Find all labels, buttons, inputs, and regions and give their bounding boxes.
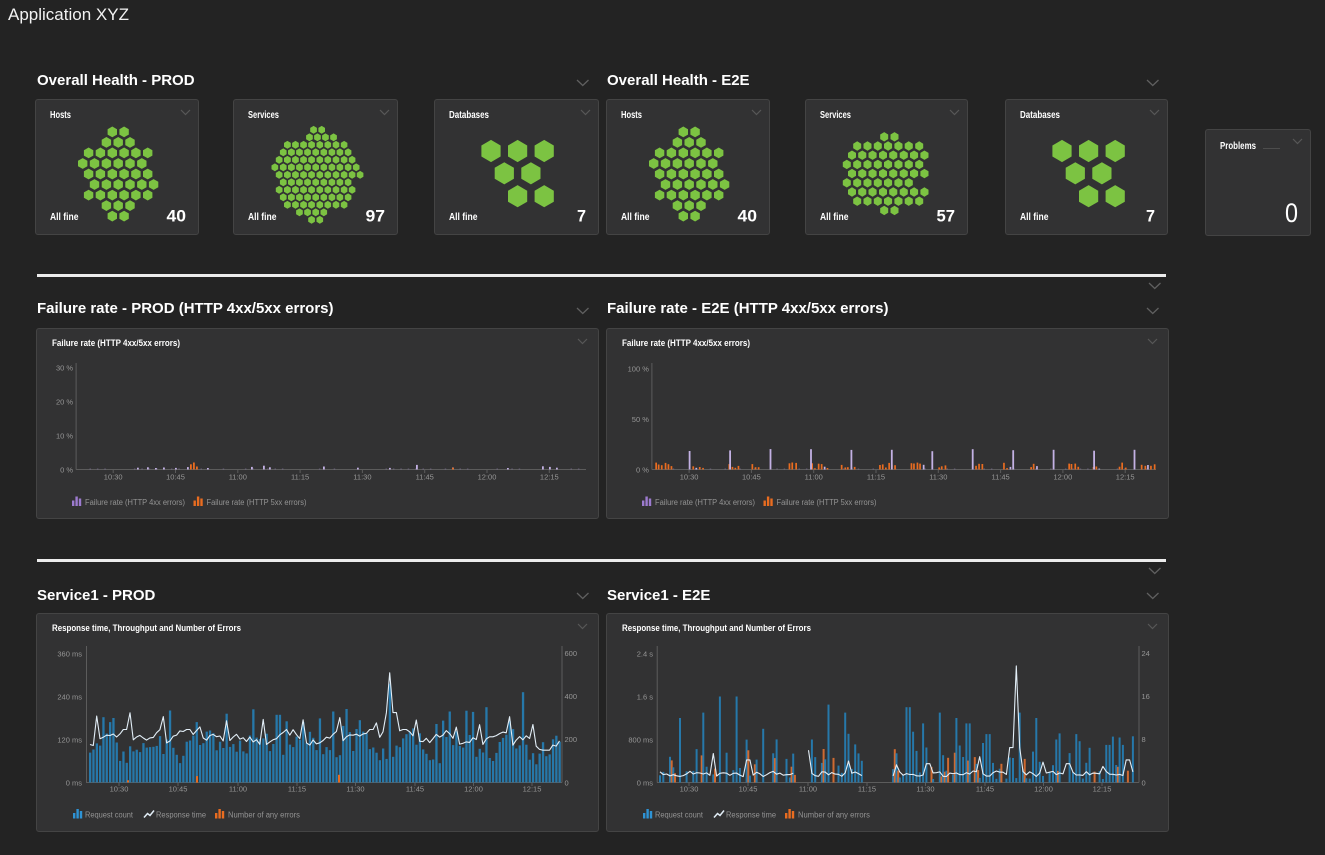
svg-text:360 ms: 360 ms (57, 649, 82, 658)
svg-text:Response time, Throughput and: Response time, Throughput and Number of … (622, 623, 811, 634)
svg-text:120 ms: 120 ms (57, 735, 82, 744)
svg-text:12:15: 12:15 (1116, 473, 1135, 482)
svg-text:Problems: Problems (1220, 140, 1256, 152)
svg-text:20 %: 20 % (56, 397, 73, 406)
svg-text:0 %: 0 % (60, 465, 73, 474)
svg-text:11:30: 11:30 (929, 473, 947, 482)
svg-text:7: 7 (1146, 208, 1155, 226)
svg-text:All fine: All fine (820, 211, 849, 223)
svg-text:11:45: 11:45 (416, 473, 434, 482)
svg-text:57: 57 (937, 208, 956, 226)
svg-text:0: 0 (1142, 778, 1146, 787)
svg-text:800 ms: 800 ms (628, 735, 653, 744)
svg-text:Response time: Response time (726, 811, 776, 820)
svg-text:100 %: 100 % (628, 364, 650, 373)
svg-text:1.6 s: 1.6 s (637, 692, 654, 701)
svg-text:0: 0 (565, 778, 569, 787)
svg-text:Failure rate (HTTP 4xx/5xx err: Failure rate (HTTP 4xx/5xx errors) (622, 338, 750, 349)
svg-text:40: 40 (167, 208, 187, 226)
svg-text:12:00: 12:00 (1054, 473, 1073, 482)
svg-text:11:15: 11:15 (291, 473, 309, 482)
svg-text:Number of any errors: Number of any errors (228, 811, 300, 820)
svg-text:Databases: Databases (449, 109, 489, 121)
svg-text:11:30: 11:30 (353, 473, 371, 482)
svg-text:Request count: Request count (655, 811, 704, 820)
svg-text:Hosts: Hosts (621, 109, 642, 121)
svg-text:Failure rate (HTTP 4xx errors): Failure rate (HTTP 4xx errors) (85, 498, 185, 507)
svg-text:24: 24 (1142, 649, 1150, 658)
svg-text:40: 40 (738, 208, 758, 226)
svg-text:7: 7 (577, 208, 586, 226)
svg-text:600: 600 (565, 649, 578, 658)
svg-text:All fine: All fine (449, 211, 478, 223)
svg-text:97: 97 (366, 208, 386, 226)
svg-text:12:15: 12:15 (540, 473, 559, 482)
svg-text:0 ms: 0 ms (637, 778, 654, 787)
svg-text:400: 400 (565, 692, 578, 701)
svg-text:11:00: 11:00 (805, 473, 823, 482)
svg-text:200: 200 (565, 735, 578, 744)
svg-text:10:45: 10:45 (166, 473, 185, 482)
svg-text:0 %: 0 % (636, 465, 649, 474)
svg-text:8: 8 (1142, 735, 1146, 744)
svg-text:All fine: All fine (621, 211, 650, 223)
svg-text:All fine: All fine (248, 211, 277, 223)
svg-text:Databases: Databases (1020, 109, 1060, 121)
svg-text:Failure rate (HTTP 5xx errors): Failure rate (HTTP 5xx errors) (777, 498, 877, 507)
svg-text:Request count: Request count (85, 811, 134, 820)
svg-text:0 ms: 0 ms (66, 778, 83, 787)
svg-text:Services: Services (248, 109, 279, 121)
svg-text:11:45: 11:45 (991, 473, 1009, 482)
svg-text:10:30: 10:30 (680, 473, 699, 482)
svg-text:30 %: 30 % (56, 363, 73, 372)
svg-text:Failure rate (HTTP 4xx/5xx err: Failure rate (HTTP 4xx/5xx errors) (52, 338, 180, 349)
svg-text:Failure rate (HTTP 5xx errors): Failure rate (HTTP 5xx errors) (207, 498, 307, 507)
svg-text:All fine: All fine (50, 211, 79, 223)
svg-text:240 ms: 240 ms (57, 692, 82, 701)
svg-text:Failure rate (HTTP 4xx errors): Failure rate (HTTP 4xx errors) (655, 498, 755, 507)
svg-text:2.4 s: 2.4 s (637, 649, 654, 658)
svg-text:16: 16 (1142, 692, 1150, 701)
svg-text:All fine: All fine (1020, 211, 1049, 223)
svg-text:Hosts: Hosts (50, 109, 71, 121)
svg-text:10:30: 10:30 (104, 473, 123, 482)
svg-text:Response time: Response time (156, 811, 206, 820)
svg-text:11:15: 11:15 (867, 473, 885, 482)
svg-text:10 %: 10 % (56, 431, 73, 440)
svg-text:10:45: 10:45 (742, 473, 761, 482)
svg-text:Services: Services (820, 109, 851, 121)
svg-text:12:00: 12:00 (478, 473, 497, 482)
svg-text:50 %: 50 % (632, 415, 649, 424)
svg-text:Number of any errors: Number of any errors (798, 811, 870, 820)
svg-text:0: 0 (1285, 198, 1298, 228)
svg-text:11:00: 11:00 (229, 473, 247, 482)
svg-text:Response time, Throughput and: Response time, Throughput and Number of … (52, 623, 241, 634)
